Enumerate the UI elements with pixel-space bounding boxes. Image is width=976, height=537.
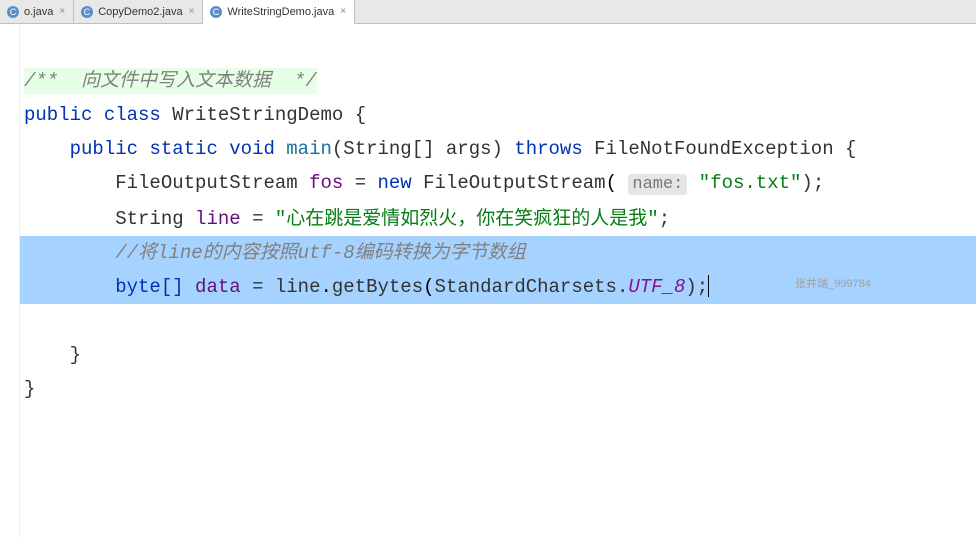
code-line: }: [20, 338, 976, 372]
code-line: public class WriteStringDemo {: [20, 98, 976, 132]
editor-area: 张井瑞_999784 /** 向文件中写入文本数据 */ public clas…: [0, 24, 976, 537]
tab-file-0[interactable]: C o.java ×: [0, 0, 74, 23]
svg-text:C: C: [213, 7, 220, 17]
tab-bar: C o.java × C CopyDemo2.java × C WriteStr…: [0, 0, 976, 24]
code-line: public static void main(String[] args) t…: [20, 132, 976, 166]
close-icon[interactable]: ×: [187, 6, 197, 17]
code-line: /** 向文件中写入文本数据 */: [20, 64, 976, 98]
code-editor[interactable]: 张井瑞_999784 /** 向文件中写入文本数据 */ public clas…: [20, 24, 976, 537]
close-icon[interactable]: ×: [57, 6, 67, 17]
java-class-icon: C: [80, 5, 94, 19]
tab-label: CopyDemo2.java: [98, 6, 182, 18]
tab-label: WriteStringDemo.java: [227, 6, 334, 18]
code-line: [20, 304, 976, 338]
code-line-selected: //将line的内容按照utf-8编码转换为字节数组: [20, 236, 976, 270]
java-class-icon: C: [209, 5, 223, 19]
java-class-icon: C: [6, 5, 20, 19]
text-caret: [708, 275, 709, 297]
tab-file-2[interactable]: C WriteStringDemo.java ×: [203, 0, 355, 24]
svg-text:C: C: [84, 7, 91, 17]
parameter-hint: name:: [628, 174, 687, 195]
watermark: 张井瑞_999784: [795, 267, 871, 301]
gutter[interactable]: [0, 24, 20, 537]
svg-text:C: C: [10, 7, 17, 17]
code-line: }: [20, 372, 976, 406]
close-icon[interactable]: ×: [338, 6, 348, 17]
code-line: String line = "心在跳是爱情如烈火，你在笑疯狂的人是我";: [20, 202, 976, 236]
tab-label: o.java: [24, 6, 53, 18]
tab-file-1[interactable]: C CopyDemo2.java ×: [74, 0, 203, 23]
code-line: FileOutputStream fos = new FileOutputStr…: [20, 166, 976, 202]
